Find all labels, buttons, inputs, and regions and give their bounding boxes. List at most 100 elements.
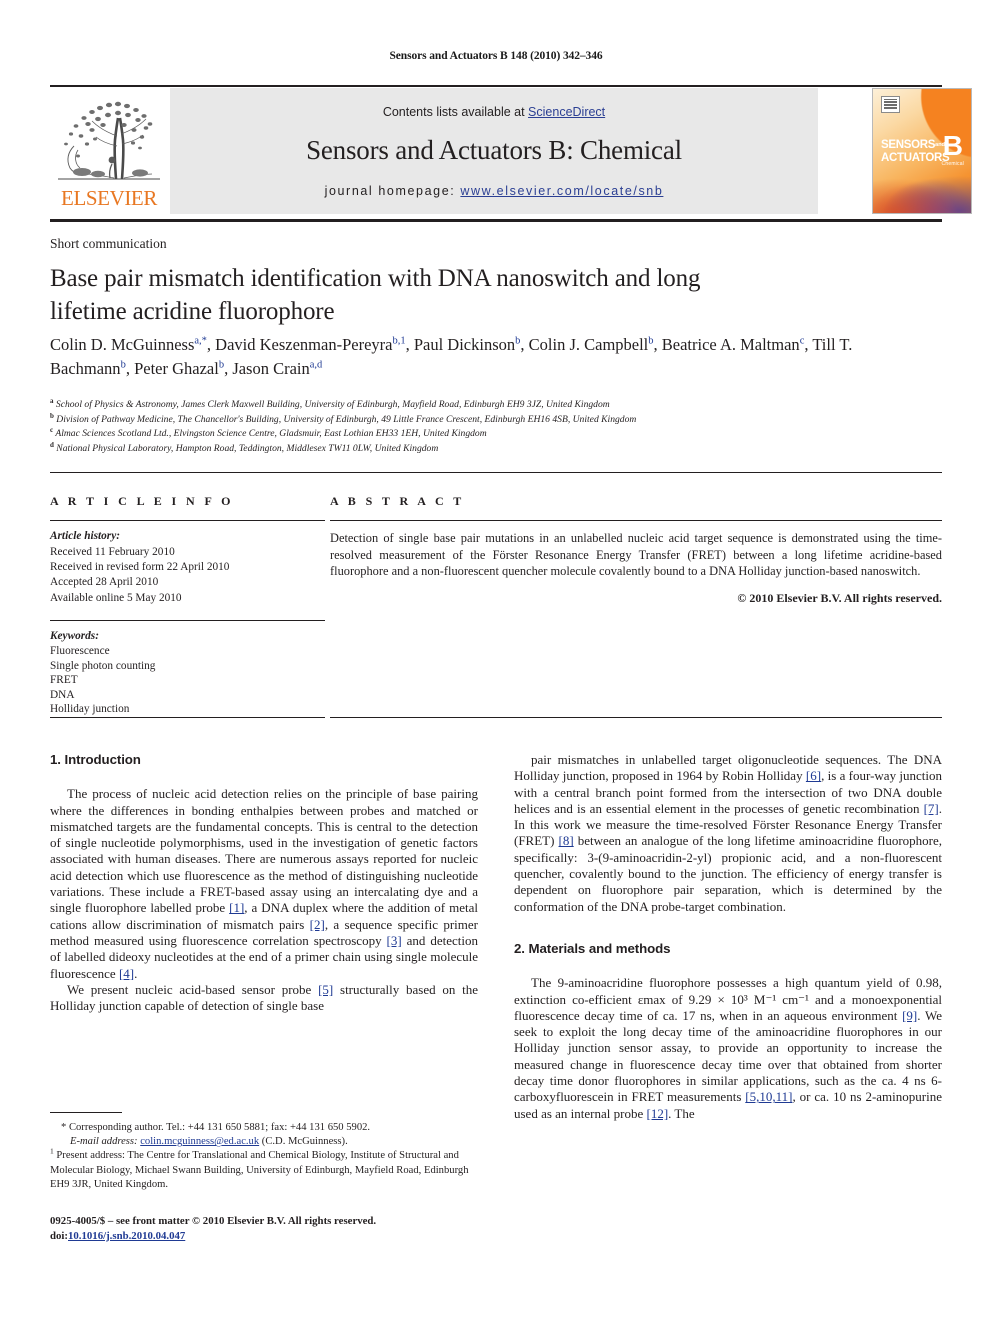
cover-line2: ACTUATORS [881,151,950,164]
colophon-block: 0925-4005/$ – see front matter © 2010 El… [50,1214,478,1243]
affiliation-item: b Division of Pathway Medicine, The Chan… [50,412,930,428]
sciencedirect-link[interactable]: ScienceDirect [528,105,605,119]
citation-link[interactable]: [12] [646,1106,668,1121]
elsevier-wordmark: ELSEVIER [61,186,157,210]
article-history-item: Received 11 February 2010 [50,545,175,558]
affiliation-text: Division of Pathway Medicine, The Chance… [53,413,637,425]
intro-paragraph-3: pair mismatches in unlabelled target oli… [514,752,942,914]
elsevier-tree-icon [54,94,164,187]
keyword-item: FRET [50,674,78,687]
citation-link[interactable]: [1] [229,900,244,915]
keywords-block: Keywords: Fluorescence Single photon coun… [50,629,325,717]
footnote-block: * Corresponding author. Tel.: +44 131 65… [50,1121,478,1192]
author-affiliation-marker: c [799,335,805,347]
author-name: Beatrice A. Maltman [661,335,800,354]
title-block-bottom-rule [50,472,942,474]
affiliation-item: d National Physical Laboratory, Hampton … [50,441,930,457]
keyword-item: Fluorescence [50,645,110,657]
contents-prefix: Contents lists available at [382,105,529,119]
section-heading-introduction: 1. Introduction [50,752,141,767]
doi-label: doi: [50,1229,68,1242]
cover-title-text: SENSORSand ACTUATORS [881,139,950,164]
article-history-item: Received in revised form 22 April 2010 [50,561,230,573]
keyword-item: DNA [50,688,75,701]
corresponding-email-link[interactable]: colin.mcguinness@ed.ac.uk [140,1136,259,1147]
cover-subtitle: Chemical [941,161,964,167]
affiliation-text: School of Physics & Astronomy, James Cle… [53,399,610,410]
author-name: Peter Ghazal [134,359,219,378]
intro-paragraph-2: We present nucleic acid-based sensor pro… [50,981,478,1014]
citation-link[interactable]: [4] [119,966,134,981]
journal-cover-image: SENSORSand ACTUATORS B Chemical [872,88,972,214]
author-affiliation-marker: a,* [194,335,207,347]
abstract-bottom-rule [330,717,942,719]
keywords-rule [50,620,325,622]
article-history: Article history: Received 11 February 20… [50,529,325,606]
abstract-copyright: © 2010 Elsevier B.V. All rights reserved… [737,590,942,605]
elsevier-logo: ELSEVIER [50,88,168,214]
affiliation-list: a School of Physics & Astronomy, James C… [50,397,930,457]
keyword-item: Single photon counting [50,659,156,672]
masthead-top-rule [50,85,942,88]
cover-letter-b: B [942,130,963,161]
cover-bottom-artwork [873,171,971,213]
masthead-bottom-rule [50,219,942,223]
running-head: Sensors and Actuators B 148 (2010) 342–3… [389,50,603,62]
contents-available-line: Contents lists available at ScienceDirec… [170,105,818,119]
affiliation-text: National Physical Laboratory, Hampton Ro… [53,442,439,454]
footnote-email-line: E-mail address: colin.mcguinness@ed.ac.u… [50,1135,478,1149]
article-doctype: Short communication [50,236,167,251]
keyword-item: Holliday junction [50,703,130,716]
footnote-marker-1: 1 [50,1146,54,1156]
footnote-rule [50,1112,122,1114]
doi-link[interactable]: 10.1016/j.snb.2010.04.047 [68,1230,185,1242]
citation-link[interactable]: [8] [559,833,574,848]
citation-link[interactable]: [5] [318,982,333,997]
article-history-lines: Received 11 February 2010 Received in rev… [50,546,229,604]
keywords-lines: Fluorescence Single photon counting FRET DN… [50,645,155,715]
intro-paragraph-1: The process of nucleic acid detection re… [50,786,479,981]
abstract-block: A B S T R A C T Detection of single base… [330,494,942,606]
abstract-text: Detection of single base pair mutations … [330,531,942,579]
article-info-rule [50,520,325,522]
article-history-item: Available online 5 May 2010 [50,591,182,604]
colophon-frontmatter: 0925-4005/$ – see front matter © 2010 El… [50,1215,377,1227]
affiliation-item: c Almac Sciences Scotland Ltd., Elvingst… [50,426,930,442]
body-column-right: pair mismatches in unlabelled target oli… [514,752,942,1122]
author-name: Paul Dickinson [413,335,516,354]
footnote-corresponding-author: * Corresponding author. Tel.: +44 131 65… [61,1122,371,1133]
email-address-label: E-mail address: [70,1136,138,1148]
paper-page: Sensors and Actuators B 148 (2010) 342–3… [0,0,992,1323]
journal-homepage-link[interactable]: www.elsevier.com/locate/snb [460,184,663,198]
citation-link[interactable]: [6] [806,768,821,783]
cover-stamp-icon [881,96,900,113]
citation-link[interactable]: [2] [310,917,325,932]
cover-line1: SENSORS [881,139,936,151]
article-history-label: Article history: [50,530,120,543]
section-heading-materials: 2. Materials and methods [514,940,671,956]
keywords-label: Keywords: [50,630,99,643]
author-name: Jason Crain [232,359,310,378]
article-history-item: Accepted 28 April 2010 [50,576,159,589]
footnote-present-address: 1 Present address: The Centre for Transl… [50,1146,478,1192]
citation-link[interactable]: [3] [387,933,402,948]
footnote-present-address-text: Present address: The Centre for Translat… [50,1150,469,1190]
author-affiliation-marker: b [120,359,126,371]
journal-masthead: ELSEVIER Contents lists available at Sci… [50,88,972,214]
body-column-left: 1. Introduction The process of nucleic a… [50,752,478,1014]
affiliation-text: Almac Sciences Scotland Ltd., Elvingston… [53,428,487,439]
abstract-heading: A B S T R A C T [330,494,465,508]
journal-homepage-line: journal homepage: www.elsevier.com/locat… [170,184,818,198]
citation-link[interactable]: [7] [924,801,939,816]
affiliation-item: a School of Physics & Astronomy, James C… [50,397,930,413]
citation-link[interactable]: [9] [902,1008,917,1023]
author-affiliation-marker: b,1 [392,335,406,347]
author-list: Colin D. McGuinnessa,*, David Keszenman-… [50,335,853,378]
abstract-rule [330,520,942,522]
author-name: Colin J. Campbell [528,335,649,354]
page-title: Base pair mismatch identification with D… [50,265,701,325]
journal-title: Sensors and Actuators B: Chemical [306,135,682,165]
citation-link[interactable]: [5,10,11] [745,1089,792,1104]
masthead-band: Contents lists available at ScienceDirec… [170,88,818,214]
author-affiliation-marker: b [648,335,654,347]
